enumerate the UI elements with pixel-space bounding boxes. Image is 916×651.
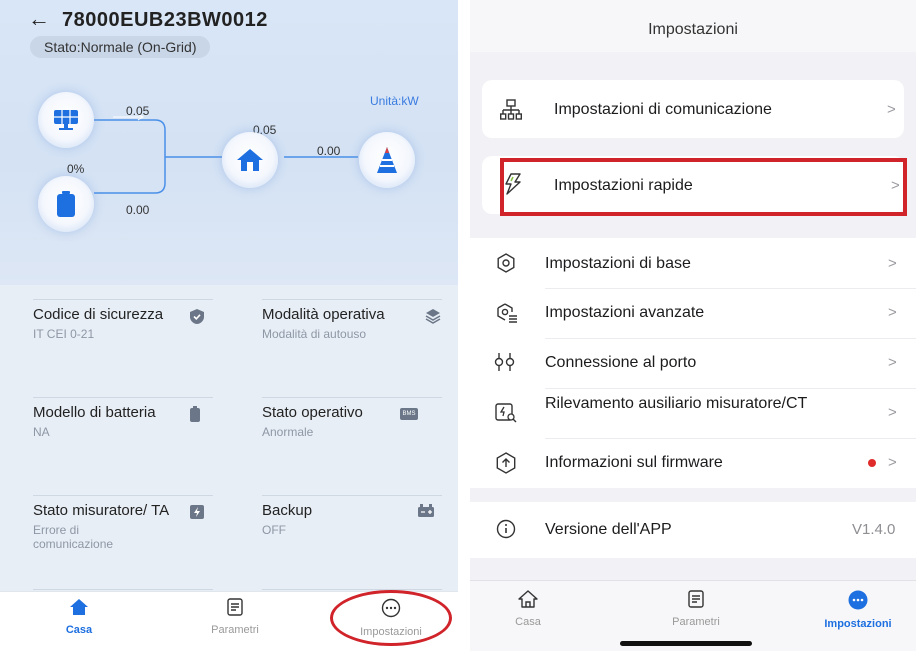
item-label: Versione dell'APP [545,521,672,538]
port-icon [494,352,516,377]
power-tower-icon [373,145,401,175]
tab-label: Casa [515,616,541,628]
back-arrow-icon[interactable]: ← [28,8,50,30]
divider [262,589,442,590]
card-value: Modalità di autouso [262,327,367,341]
card-title: Modalità operativa [262,306,385,323]
item-label: Impostazioni di base [545,255,691,272]
card-title: Stato misuratore/ TA [33,502,170,519]
backup-battery-icon [417,504,435,523]
card-battery-model[interactable]: Modello di batteria NA [33,397,213,439]
solar-power-value: 0.05 [126,104,150,118]
advanced-gear-icon [496,303,518,328]
divider [33,589,213,590]
tab-casa[interactable]: Casa [478,590,578,628]
battery-soc-value: 0% [67,162,85,176]
app-version-item[interactable]: Versione dell'APP V1.4.0 [470,502,916,558]
layers-icon [425,308,441,329]
item-label: Impostazioni di comunicazione [554,101,772,118]
meter-detection-item[interactable]: Rilevamento ausiliario misuratore/CT > [470,388,916,438]
highlight-ellipse [330,590,452,646]
chevron-right-icon: > [888,354,897,371]
advanced-settings-item[interactable]: Impostazioni avanzate > [470,288,916,338]
meter-check-icon [495,403,517,428]
firmware-upload-icon [495,452,517,479]
tab-casa[interactable]: Casa [29,598,129,636]
battery-icon [56,190,76,218]
energy-flow-section: ← 78000EUB23BW0012 Stato:Normale (On-Gri… [0,0,458,285]
tab-label: Parametri [672,616,720,628]
firmware-info-item[interactable]: Informazioni sul firmware > [470,438,916,488]
item-label: Informazioni sul firmware [545,454,723,471]
update-badge-dot [868,459,876,467]
chevron-right-icon: > [888,404,897,421]
status-badge: Stato:Normale (On-Grid) [30,36,211,58]
tab-parametri[interactable]: Parametri [646,590,746,628]
shield-check-icon [189,308,205,330]
card-value: Anormale [262,425,314,439]
tab-label: Impostazioni [824,618,892,630]
grid-node[interactable] [359,132,415,188]
card-backup[interactable]: Backup OFF [262,495,442,537]
chevron-right-icon: > [888,304,897,321]
battery-power-value: 0.00 [126,203,150,217]
house-icon [235,147,265,173]
card-value: IT CEI 0-21 [33,327,95,341]
solar-node[interactable] [38,92,94,148]
card-operating-state[interactable]: Stato operativo Anormale BMS [262,397,442,439]
chevron-right-icon: > [888,255,897,272]
card-title: Backup [262,502,313,519]
home-node[interactable] [222,132,278,188]
settings-panel: Impostazioni Impostazioni di comunicazio… [470,0,916,651]
card-title: Modello di batteria [33,404,156,421]
device-info-cards: Codice di sicurezza IT CEI 0-21 Modalità… [0,285,458,591]
tab-parametri[interactable]: Parametri [185,598,285,636]
app-version-value: V1.4.0 [852,521,896,538]
chevron-right-icon: > [887,101,896,118]
item-label: Connessione al porto [545,354,697,371]
tab-label: Casa [65,624,93,636]
card-operating-mode[interactable]: Modalità operativa Modalità di autouso [262,299,442,341]
settings-list: Impostazioni di base > Impostazioni avan… [470,238,916,488]
card-title: Codice di sicurezza [33,306,164,323]
device-overview-panel: ← 78000EUB23BW0012 Stato:Normale (On-Gri… [0,0,458,651]
bms-icon: BMS [400,408,418,420]
card-meter-state[interactable]: Stato misuratore/ TA Errore di comunicaz… [33,495,213,551]
document-icon [687,590,705,612]
tab-impostazioni[interactable]: Impostazioni [808,590,908,630]
meter-icon [189,504,205,525]
card-value: OFF [262,523,286,537]
item-label: Rilevamento ausiliario misuratore/CT [545,395,808,412]
home-indicator [620,641,752,646]
document-icon [226,598,244,620]
gear-icon [496,253,516,278]
battery-node[interactable] [38,176,94,232]
communication-settings-item[interactable]: Impostazioni di comunicazione > [482,80,904,138]
card-value: Errore di comunicazione [33,523,114,551]
home-icon [69,599,89,620]
home-icon [518,590,538,612]
item-label: Impostazioni avanzate [545,304,705,321]
more-icon [848,590,868,614]
chevron-right-icon: > [888,454,897,471]
network-icon [499,99,522,126]
highlight-rectangle [500,158,907,216]
solar-panel-icon [51,108,81,132]
card-security-code[interactable]: Codice di sicurezza IT CEI 0-21 [33,299,213,341]
device-id-title: 78000EUB23BW0012 [62,9,268,31]
card-title: Stato operativo [262,404,363,421]
port-connection-item[interactable]: Connessione al porto > [470,338,916,388]
battery-icon [189,406,201,427]
card-value: NA [33,425,50,439]
grid-power-value: 0.00 [317,144,341,158]
page-title: Impostazioni [470,0,916,52]
basic-settings-item[interactable]: Impostazioni di base > [470,238,916,288]
info-icon [496,519,516,544]
tab-label: Parametri [211,624,259,636]
